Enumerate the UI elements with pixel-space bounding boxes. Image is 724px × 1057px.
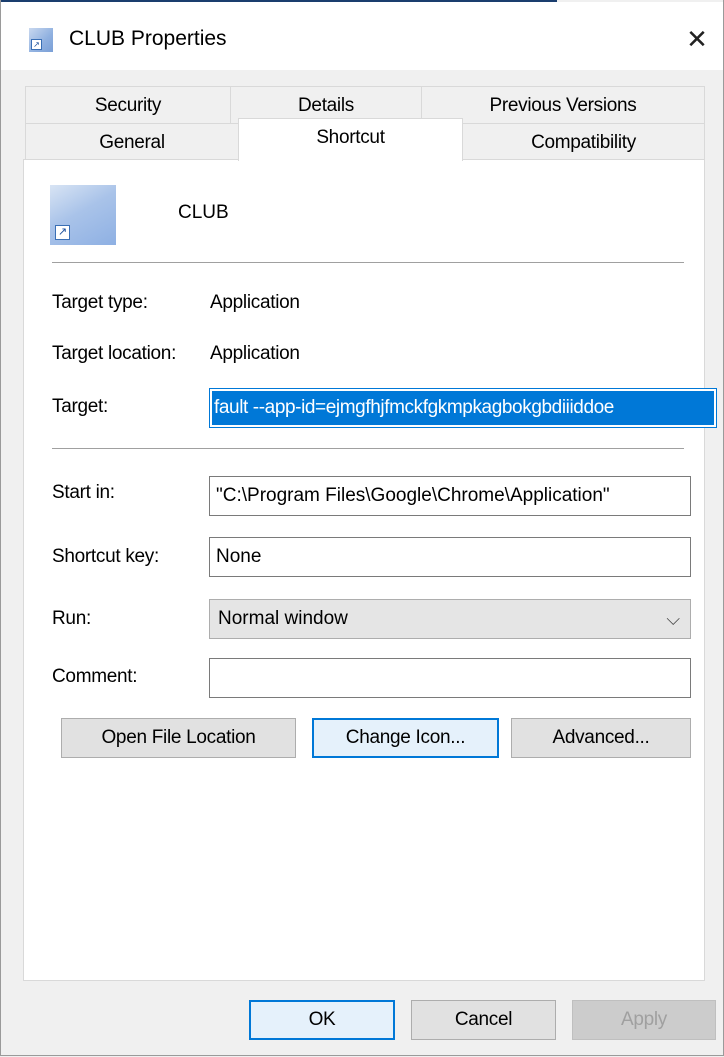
- chevron-down-icon: ⌵: [666, 609, 680, 629]
- app-shortcut-icon: ↗: [50, 185, 116, 245]
- target-field-selection: fault --app-id=ejmgfhjfmckfgkmpkagbokgbd…: [212, 391, 714, 425]
- target-location-label: Target location:: [52, 343, 177, 364]
- title-bar[interactable]: ↗ CLUB Properties ✕: [1, 2, 723, 70]
- target-field[interactable]: fault --app-id=ejmgfhjfmckfgkmpkagbokgbd…: [209, 388, 717, 428]
- window-title: CLUB Properties: [69, 27, 227, 50]
- shortcut-arrow-icon: ↗: [31, 39, 42, 50]
- open-file-location-button[interactable]: Open File Location: [61, 718, 296, 758]
- run-select-value: Normal window: [218, 608, 348, 629]
- advanced-button[interactable]: Advanced...: [511, 718, 691, 758]
- start-in-label: Start in:: [52, 482, 115, 503]
- shortcut-key-field[interactable]: None: [209, 537, 691, 577]
- ok-button[interactable]: OK: [249, 1000, 395, 1040]
- run-select[interactable]: Normal window ⌵: [209, 599, 691, 639]
- tab-security[interactable]: Security: [25, 86, 231, 124]
- shortcut-arrow-icon: ↗: [55, 225, 70, 240]
- apply-button[interactable]: Apply: [572, 1000, 716, 1040]
- tab-compatibility[interactable]: Compatibility: [462, 123, 705, 160]
- cancel-button[interactable]: Cancel: [411, 1000, 556, 1040]
- shortcut-key-label: Shortcut key:: [52, 546, 159, 567]
- change-icon-button[interactable]: Change Icon...: [312, 718, 499, 758]
- target-type-value: Application: [210, 292, 300, 313]
- separator: [52, 448, 684, 449]
- tab-general[interactable]: General: [25, 123, 239, 160]
- comment-field[interactable]: [209, 658, 691, 698]
- tab-shortcut[interactable]: Shortcut: [238, 118, 463, 161]
- target-location-value: Application: [210, 343, 300, 364]
- shortcut-app-icon: ↗: [29, 28, 53, 52]
- shortcut-name: CLUB: [178, 202, 229, 223]
- run-label: Run:: [52, 608, 91, 629]
- close-icon[interactable]: ✕: [677, 16, 717, 62]
- comment-label: Comment:: [52, 666, 138, 687]
- separator: [52, 262, 684, 263]
- tab-previous-versions[interactable]: Previous Versions: [421, 86, 705, 124]
- start-in-field[interactable]: "C:\Program Files\Google\Chrome\Applicat…: [209, 476, 691, 516]
- target-label: Target:: [52, 396, 108, 417]
- target-type-label: Target type:: [52, 292, 148, 313]
